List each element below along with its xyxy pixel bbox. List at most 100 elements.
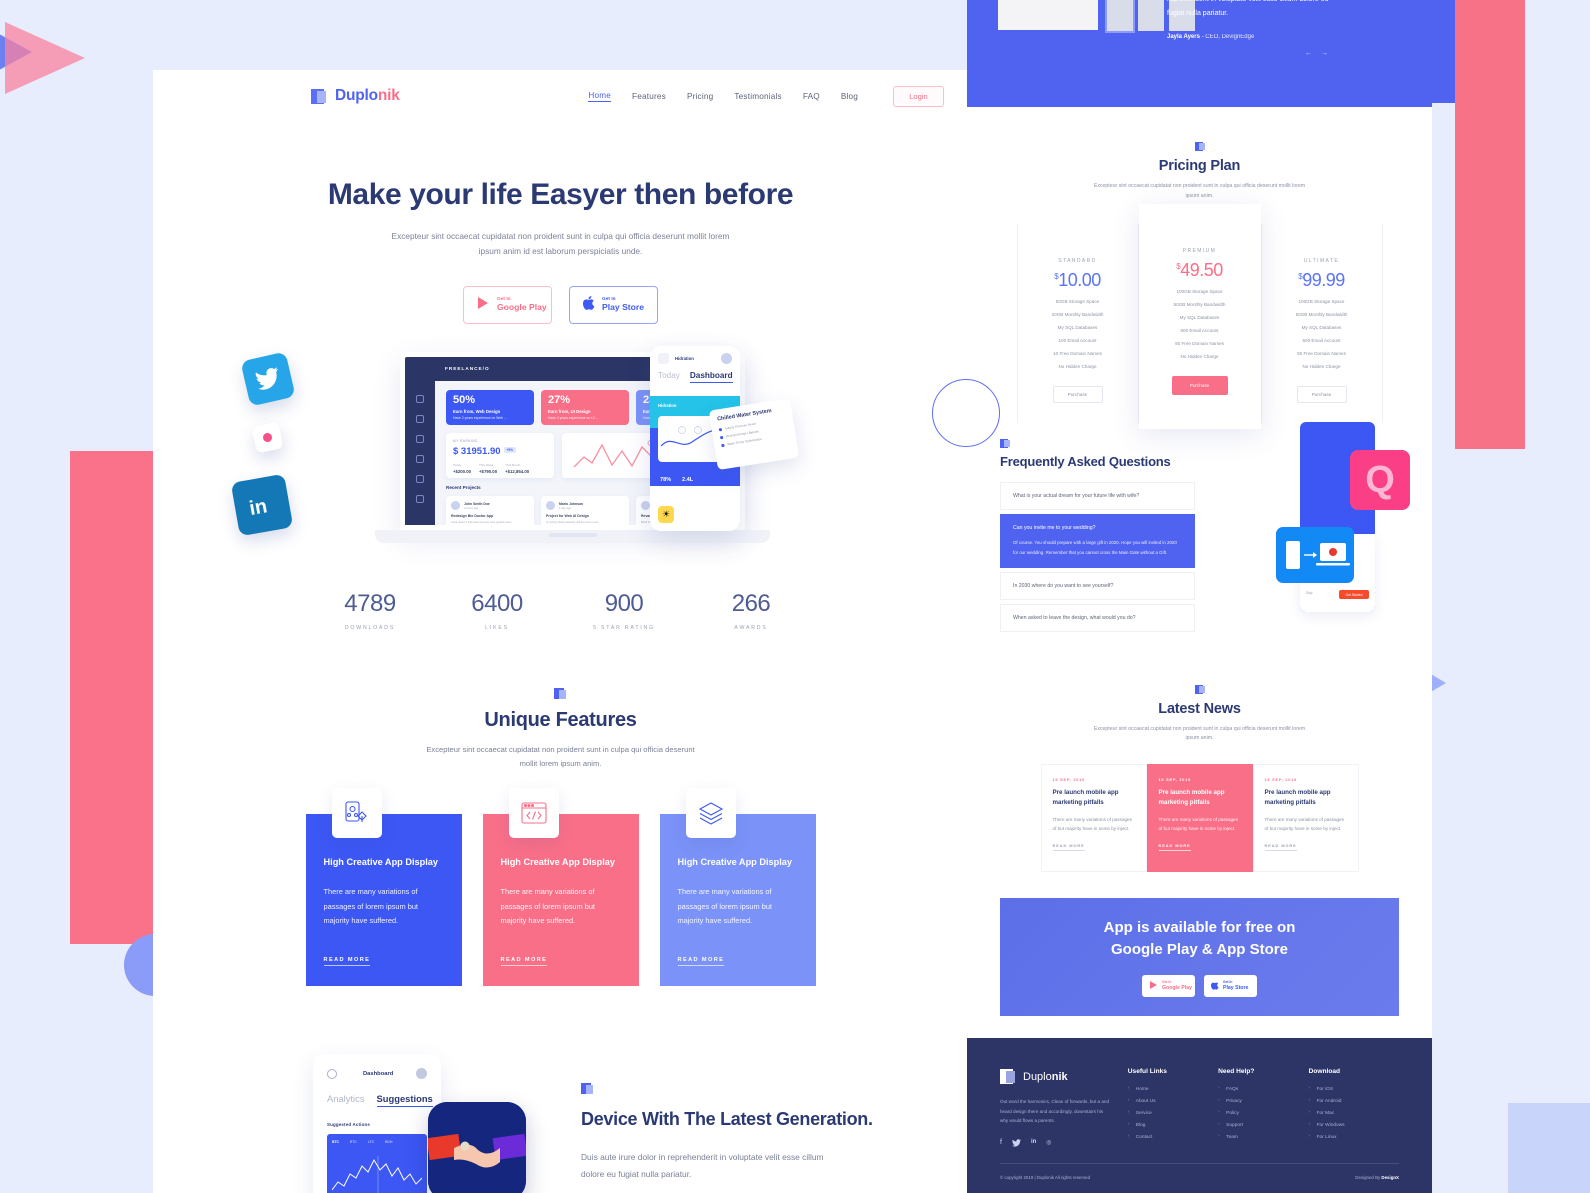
- faq-item[interactable]: In 2030 where do you want to see yoursel…: [1000, 571, 1195, 600]
- next-arrow-icon[interactable]: →: [1321, 50, 1328, 57]
- faq-question: In 2030 where do you want to see yoursel…: [1013, 582, 1114, 589]
- footer-link[interactable]: Contact: [1128, 1134, 1218, 1140]
- decor-circle-outline: [932, 379, 1000, 447]
- nav-link-blog[interactable]: Blog: [841, 92, 858, 101]
- nav-link-testimonials[interactable]: Testimonials: [734, 92, 781, 101]
- crypto-chip[interactable]: LTC: [368, 1140, 374, 1144]
- brand-logo[interactable]: Duplonik: [311, 87, 400, 105]
- login-button[interactable]: Login: [893, 85, 944, 107]
- features-section: Unique Features Excepteur sint occaecat …: [153, 631, 968, 987]
- instagram-icon[interactable]: ◎: [1046, 1139, 1051, 1149]
- purchase-button[interactable]: Purchase: [1052, 386, 1103, 404]
- footer-link[interactable]: For Mac: [1309, 1110, 1399, 1116]
- news-title: Latest News: [1158, 700, 1241, 717]
- prev-arrow-icon[interactable]: ←: [1305, 50, 1312, 57]
- news-read-more[interactable]: READ MORE: [1052, 844, 1085, 851]
- footer-link[interactable]: Home: [1128, 1086, 1218, 1092]
- feature-title: High Creative App Display: [677, 857, 793, 868]
- copyright-text: © copyright 2019 | Duplonik All rights r…: [1000, 1174, 1091, 1180]
- linkedin-icon[interactable]: in: [1031, 1139, 1036, 1149]
- google-play-icon: [1149, 977, 1158, 995]
- crypto-chip[interactable]: BCH: [385, 1140, 392, 1144]
- play-store-button[interactable]: Get In Play Store: [569, 286, 658, 325]
- phone-tab-dashboard[interactable]: Dashboard: [689, 371, 733, 384]
- faq-item-open[interactable]: Can you invite me to your wedding? Of co…: [1000, 514, 1195, 568]
- footer-link[interactable]: Service: [1128, 1110, 1218, 1116]
- twitter-icon[interactable]: [1011, 1139, 1021, 1149]
- news-header: Latest News Excepteur sint occaecat cupi…: [1000, 650, 1399, 744]
- testimonial-role: CEO, DevignEdge: [1205, 34, 1255, 41]
- purchase-button-featured[interactable]: Purchase: [1171, 376, 1228, 396]
- footer-link[interactable]: About Us: [1128, 1098, 1218, 1104]
- footer-link[interactable]: For Android: [1309, 1098, 1399, 1104]
- news-read-more[interactable]: READ MORE: [1158, 844, 1191, 851]
- device-body: Duis aute irure dolor in reprehenderit i…: [581, 1152, 824, 1179]
- feature-read-more[interactable]: READ MORE: [500, 957, 548, 967]
- footer-column-useful-links: Useful Links Home About Us Service Blog …: [1128, 1068, 1218, 1149]
- device-visual: Dashboard Analytics Suggestions Suggeste…: [313, 1044, 563, 1193]
- skip-label[interactable]: Skip: [1306, 591, 1312, 595]
- decor-rect-pink-left: [70, 451, 164, 944]
- avatar: [416, 1068, 427, 1080]
- handshake-illustration: [428, 1102, 526, 1193]
- faq-list: What is your actual dream for your futur…: [1000, 482, 1195, 632]
- apple-icon: [1210, 977, 1219, 995]
- chilled-water-card: Chilled Water System Supply Pressure Res…: [708, 397, 800, 471]
- pricing-card-ultimate: ULTIMATE $99.99 100GB Storage Space 50GB…: [1260, 224, 1383, 424]
- testimonial-thumb[interactable]: [1138, 0, 1164, 31]
- purchase-button[interactable]: Purchase: [1296, 386, 1347, 404]
- device-tab-suggestions[interactable]: Suggestions: [376, 1093, 433, 1108]
- cta-play-store-button[interactable]: Get In Play Store: [1204, 975, 1257, 998]
- gear-icon: [327, 1068, 337, 1079]
- device-tab-analytics[interactable]: Analytics: [327, 1093, 365, 1104]
- feature-cards: High Creative App Display There are many…: [153, 788, 968, 987]
- nav-link-faq[interactable]: FAQ: [803, 92, 820, 101]
- footer-link[interactable]: Support: [1218, 1122, 1308, 1128]
- google-play-button[interactable]: Get In Google Play: [463, 286, 552, 325]
- footer-link[interactable]: Privacy: [1218, 1098, 1308, 1104]
- crypto-chart: BTC ETC LTC BCH: [327, 1134, 427, 1193]
- footer-link[interactable]: Team: [1218, 1134, 1308, 1140]
- nav-link-features[interactable]: Features: [632, 92, 666, 101]
- app-design-icon: [331, 788, 382, 839]
- faq-item[interactable]: When asked to leave the design, what wou…: [1000, 603, 1195, 632]
- news-cards: 15 SEP, 2019 Pre launch mobile app marke…: [1000, 764, 1399, 872]
- testimonial-arrows: ← →: [1305, 50, 1328, 57]
- phone-tab-today[interactable]: Today: [658, 371, 680, 380]
- phone-avatar: [721, 353, 732, 365]
- logo-icon: [1000, 1068, 1017, 1085]
- project-card: John Smith Doe 2 hours ago Redesign Bio D…: [446, 496, 534, 526]
- cta-google-play-button[interactable]: Get In Google Play: [1142, 975, 1195, 998]
- get-started-button[interactable]: Get Started: [1339, 590, 1369, 600]
- footer-link[interactable]: FAQs: [1218, 1086, 1308, 1092]
- feature-read-more[interactable]: READ MORE: [677, 957, 725, 967]
- footer-link[interactable]: For iOS: [1309, 1086, 1399, 1092]
- svg-text:in: in: [248, 495, 269, 520]
- faq-answer: Of course. You should prepare with a lar…: [1013, 540, 1177, 555]
- stat-likes: 6400 LIKES: [471, 590, 523, 632]
- footer-link[interactable]: For Windows: [1309, 1122, 1399, 1128]
- crypto-chip[interactable]: ETC: [350, 1140, 357, 1144]
- nav-link-pricing[interactable]: Pricing: [687, 92, 713, 101]
- phone-app-name: Hidration: [675, 356, 694, 362]
- news-card: 15 SEP, 2019 Pre launch mobile app marke…: [1040, 764, 1147, 872]
- pricing-header: Pricing Plan Excepteur sint occaecat cup…: [1000, 107, 1399, 201]
- nav-link-home[interactable]: Home: [588, 91, 612, 102]
- hero-title: Make your life Easyer then before: [327, 178, 794, 211]
- crypto-chip[interactable]: BTC: [332, 1140, 339, 1144]
- feature-card: High Creative App Display There are many…: [482, 788, 639, 987]
- decor-triangle-pink-topleft: [5, 22, 85, 94]
- footer-link[interactable]: Policy: [1218, 1110, 1308, 1116]
- feature-read-more[interactable]: READ MORE: [323, 957, 371, 967]
- news-read-more[interactable]: READ MORE: [1264, 844, 1297, 851]
- facebook-icon[interactable]: f: [1000, 1139, 1002, 1149]
- feature-body: There are many variations of passages of…: [323, 887, 418, 926]
- footer-link[interactable]: For Linux: [1309, 1134, 1399, 1140]
- testimonial-quote: to get such a personal touch. Duis aute …: [1167, 0, 1328, 18]
- feature-body: There are many variations of passages of…: [500, 887, 595, 926]
- testimonial-thumb[interactable]: [1105, 0, 1135, 33]
- twitter-icon: [240, 351, 296, 407]
- faq-item[interactable]: What is your actual dream for your futur…: [1000, 482, 1195, 511]
- ps-big-label: Play Store: [602, 302, 645, 313]
- footer-link[interactable]: Blog: [1128, 1122, 1218, 1128]
